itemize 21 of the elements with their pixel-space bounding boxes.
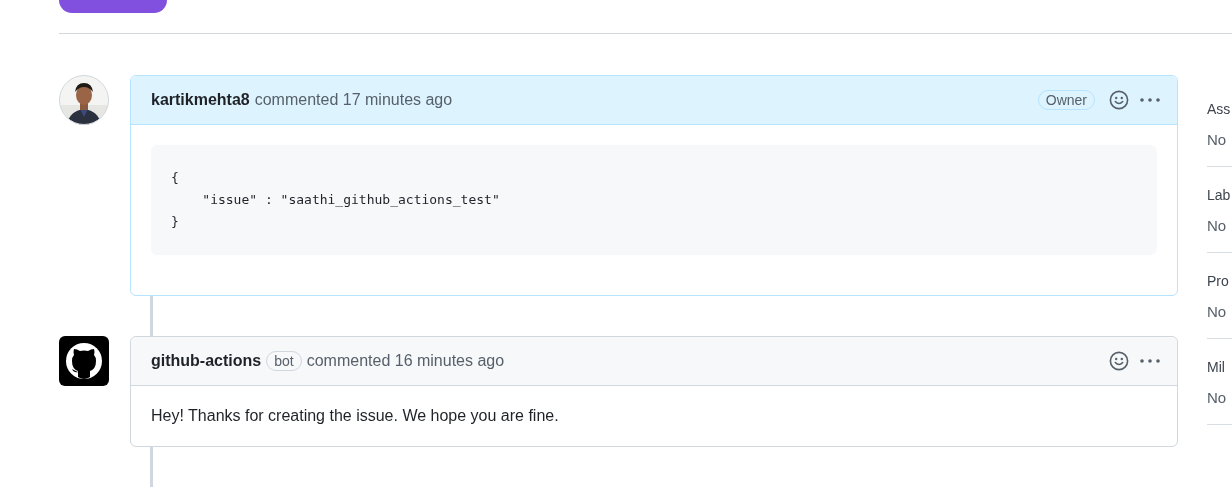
octocat-avatar-icon[interactable]	[59, 336, 109, 386]
author-link[interactable]: kartikmehta8	[151, 91, 250, 109]
comment-timestamp: commented 17 minutes ago	[254, 91, 453, 109]
comment-timestamp: commented 16 minutes ago	[306, 352, 505, 370]
code-line: {	[171, 169, 179, 187]
sidebar-heading[interactable]: Lab	[1207, 185, 1231, 205]
sidebar-heading[interactable]: Mil	[1207, 357, 1225, 377]
sidebar-value: No	[1207, 130, 1227, 150]
author-link[interactable]: github-actions	[151, 352, 262, 370]
sidebar-value: No	[1207, 388, 1227, 408]
smiley-icon[interactable]	[1109, 90, 1129, 110]
more-icon[interactable]	[1139, 358, 1161, 364]
smiley-icon[interactable]	[1109, 351, 1129, 371]
sidebar-value: No	[1207, 302, 1227, 322]
comment-text: Hey! Thanks for creating the issue. We hope you are fine.	[151, 406, 559, 426]
sidebar-value: No	[1207, 216, 1227, 236]
code-line: }	[171, 213, 179, 231]
more-icon[interactable]	[1139, 97, 1161, 103]
code-line: "issue" : "saathi_github_actions_test"	[201, 191, 500, 209]
sidebar-heading[interactable]: Ass	[1207, 99, 1231, 119]
sidebar-heading[interactable]: Pro	[1207, 271, 1229, 291]
